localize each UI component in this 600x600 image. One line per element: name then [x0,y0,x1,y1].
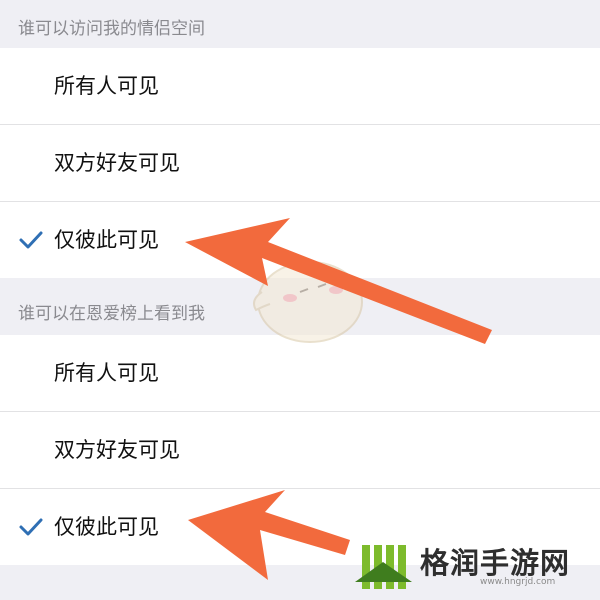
section-header-space-access: 谁可以访问我的情侣空间 [0,5,600,53]
option-everyone[interactable]: 所有人可见 [0,335,600,412]
option-label: 双方好友可见 [54,438,180,462]
check-icon [19,518,43,536]
option-only-each-other[interactable]: 仅彼此可见 [0,202,600,278]
option-label: 所有人可见 [54,74,159,98]
site-watermark-url: www.hngrjd.com [480,577,556,587]
ranking-visibility-options: 所有人可见 双方好友可见 仅彼此可见 [0,335,600,565]
option-everyone[interactable]: 所有人可见 [0,48,600,125]
option-mutual-friends[interactable]: 双方好友可见 [0,125,600,202]
option-label: 仅彼此可见 [54,515,159,539]
section-header-ranking-visibility: 谁可以在恩爱榜上看到我 [0,290,600,338]
option-label: 仅彼此可见 [54,228,159,252]
option-label: 所有人可见 [54,361,159,385]
site-watermark: 格润手游网 [420,546,571,580]
option-mutual-friends[interactable]: 双方好友可见 [0,412,600,489]
option-label: 双方好友可见 [54,151,180,175]
check-icon [19,231,43,249]
space-access-options: 所有人可见 双方好友可见 仅彼此可见 [0,48,600,278]
